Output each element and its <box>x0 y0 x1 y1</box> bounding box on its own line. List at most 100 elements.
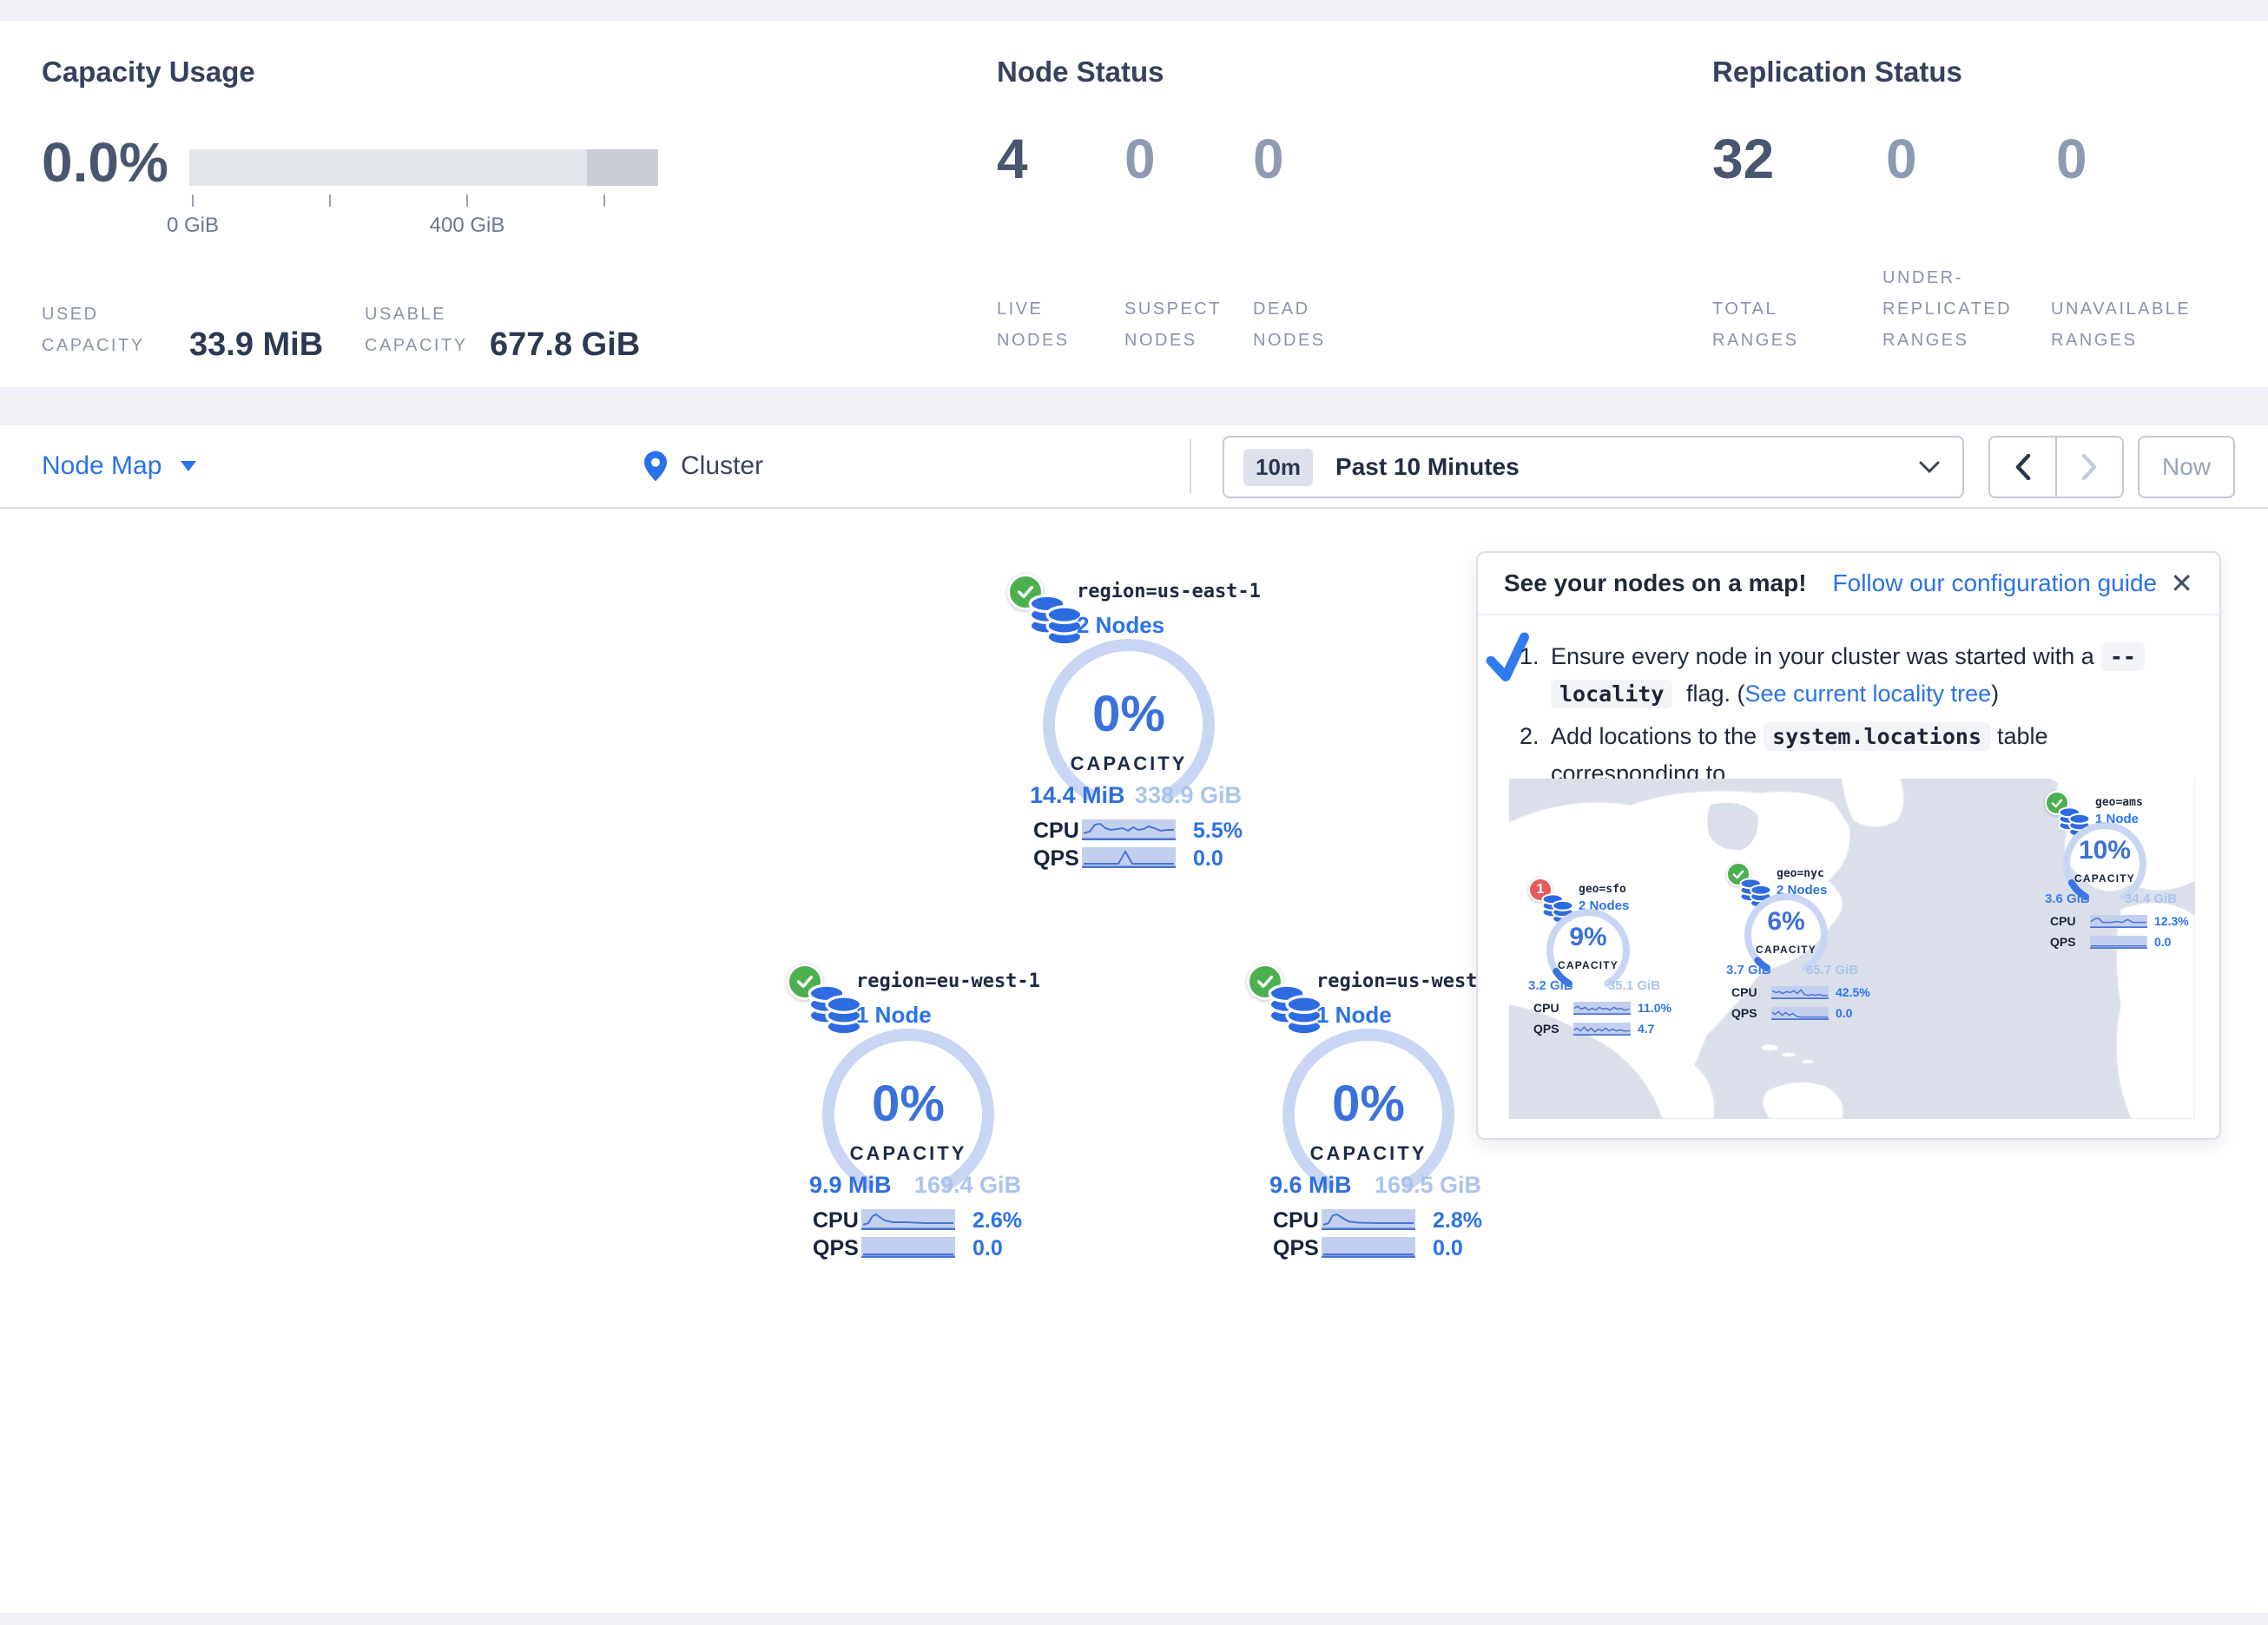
step-text: flag. ( <box>1686 681 1745 707</box>
region-name: region=us-east-1 <box>1077 581 1261 602</box>
map-pin-icon <box>644 451 667 482</box>
qps-value: 0.0 <box>1836 1006 1852 1020</box>
close-icon[interactable]: ✕ <box>2170 569 2193 597</box>
breadcrumb[interactable]: Cluster <box>644 425 763 507</box>
code-chip: -- <box>2101 642 2145 671</box>
total-capacity: 169.4 GiB <box>908 1172 1021 1199</box>
capacity-percent: 0% <box>813 1075 1004 1133</box>
locality-name: geo=nyc <box>1777 867 1824 880</box>
qps-label: QPS <box>1533 1022 1559 1036</box>
chevron-down-icon <box>1919 461 1940 474</box>
unavailable-ranges-label: UNAVAILABLE RANGES <box>2051 293 2191 356</box>
cpu-sparkline <box>1322 1209 1415 1230</box>
axis-tick <box>192 194 194 207</box>
suspect-nodes-count: 0 <box>1124 127 1156 191</box>
cpu-label: CPU <box>813 1208 859 1234</box>
configuration-guide-link[interactable]: Follow our configuration guide <box>1833 569 2158 597</box>
qps-sparkline <box>2090 936 2147 949</box>
qps-label: QPS <box>1731 1006 1757 1020</box>
caret-down-icon <box>181 461 196 471</box>
section-gap <box>0 387 2268 425</box>
breadcrumb-label: Cluster <box>681 451 763 481</box>
map-marker-geo-nyc: geo=nyc 2 Nodes 6% CAPACITY 3.7 GiB 65.7… <box>1726 857 1900 1027</box>
map-marker-geo-ams: geo=ams 1 Node 10% CAPACITY 3.6 GiB 34.4… <box>2045 786 2195 956</box>
code-chip: locality <box>1551 680 1672 708</box>
cpu-label: CPU <box>1273 1208 1319 1234</box>
code-chip: system.locations <box>1764 722 1990 751</box>
cpu-label: CPU <box>1731 985 1757 999</box>
locality-name: geo=ams <box>2095 796 2143 809</box>
now-button[interactable]: Now <box>2138 436 2235 498</box>
time-prev-button[interactable] <box>1990 438 2055 497</box>
capacity-percent: 9% <box>1540 923 1636 952</box>
axis-tick <box>466 194 468 207</box>
time-range-dropdown[interactable]: 10m Past 10 Minutes <box>1223 436 1964 498</box>
toolbar: Node Map Cluster 10m Past 10 Minutes <box>0 425 2268 509</box>
qps-metric-row: QPS 0.0 <box>2050 935 2195 951</box>
cpu-metric-row: CPU 42.5% <box>1731 985 1896 1001</box>
region-card-us-west-1[interactable]: region=us-west-1 1 Node 0% CAPACITY 9.6 … <box>1247 958 1490 1264</box>
qps-metric-row: QPS 0.0 <box>1731 1006 1896 1022</box>
usable-capacity-label: USABLE CAPACITY <box>365 299 468 361</box>
qps-metric-row: QPS 0.0 <box>1033 846 1242 869</box>
live-nodes-label: LIVE NODES <box>997 293 1070 356</box>
time-pager <box>1988 436 2124 498</box>
qps-value: 4.7 <box>1638 1022 1654 1036</box>
region-card-eu-west-1[interactable]: region=eu-west-1 1 Node 0% CAPACITY 9.9 … <box>787 958 1030 1264</box>
region-node-count: 1 Node <box>1316 1002 1392 1029</box>
unavailable-ranges-count: 0 <box>2056 127 2087 191</box>
bottom-margin-strip <box>0 1613 2268 1625</box>
step-text: Add locations to the <box>1551 723 1757 749</box>
axis-tick <box>329 194 331 207</box>
capacity-bar-end-segment <box>587 149 658 186</box>
replication-status-title: Replication Status <box>1712 56 1962 89</box>
qps-label: QPS <box>1273 1236 1319 1261</box>
cpu-sparkline <box>1082 819 1176 840</box>
qps-value: 0.0 <box>972 1236 1003 1261</box>
used-capacity: 3.7 GiB <box>1726 963 1771 977</box>
total-capacity: 65.7 GiB <box>1783 963 1858 977</box>
time-next-button[interactable] <box>2057 438 2122 497</box>
capacity-usage-title: Capacity Usage <box>42 56 255 89</box>
locality-name: geo=sfo <box>1579 883 1626 896</box>
chevron-left-icon <box>2015 454 2031 480</box>
total-capacity: 338.9 GiB <box>1129 782 1242 809</box>
dead-nodes-count: 0 <box>1253 127 1284 191</box>
locality-tree-link[interactable]: See current locality tree <box>1744 681 1991 707</box>
total-ranges-count: 32 <box>1712 127 1774 191</box>
live-nodes-count: 4 <box>997 127 1028 191</box>
capacity-bar <box>189 149 658 186</box>
used-capacity: 3.6 GiB <box>2045 891 2090 906</box>
cpu-metric-row: CPU 2.6% <box>813 1208 1021 1231</box>
region-card-us-east-1[interactable]: region=us-east-1 2 Nodes 0% CAPACITY 14.… <box>1007 569 1250 874</box>
cpu-value: 2.8% <box>1433 1208 1482 1234</box>
region-name: region=eu-west-1 <box>856 970 1040 992</box>
capacity-percent: 0% <box>1273 1075 1464 1133</box>
qps-sparkline <box>1771 1007 1829 1020</box>
region-node-count: 1 Node <box>856 1002 932 1029</box>
qps-value: 0.0 <box>1433 1236 1463 1261</box>
region-node-count: 2 Nodes <box>1077 612 1164 639</box>
cpu-value: 12.3% <box>2154 914 2189 928</box>
time-range-label: Past 10 Minutes <box>1335 453 1520 481</box>
cpu-label: CPU <box>2050 914 2076 928</box>
view-selector-label: Node Map <box>42 451 162 481</box>
time-range-badge: 10m <box>1243 449 1313 486</box>
axis-tick-label: 0 GiB <box>141 214 245 238</box>
map-setup-panel: See your nodes on a map! Follow our conf… <box>1476 551 2221 1140</box>
total-capacity: 34.4 GiB <box>2102 891 2177 906</box>
region-name: region=us-west-1 <box>1316 970 1500 992</box>
under-replicated-count: 0 <box>1886 127 1917 191</box>
qps-sparkline <box>1082 847 1176 868</box>
capacity-label: CAPACITY <box>1273 1142 1464 1165</box>
qps-label: QPS <box>813 1236 859 1261</box>
node-status-title: Node Status <box>997 56 1164 89</box>
cpu-metric-row: CPU 12.3% <box>2050 914 2195 930</box>
capacity-percent: 6% <box>1738 907 1834 937</box>
qps-value: 0.0 <box>1193 846 1223 872</box>
view-selector-dropdown[interactable]: Node Map <box>42 425 196 507</box>
cpu-value: 11.0% <box>1638 1001 1671 1015</box>
chevron-right-icon <box>2081 454 2097 480</box>
node-status-summary: Node Status 4 0 0 LIVE NODES SUSPECT NOD… <box>997 21 1518 387</box>
capacity-label: CAPACITY <box>2057 872 2153 885</box>
